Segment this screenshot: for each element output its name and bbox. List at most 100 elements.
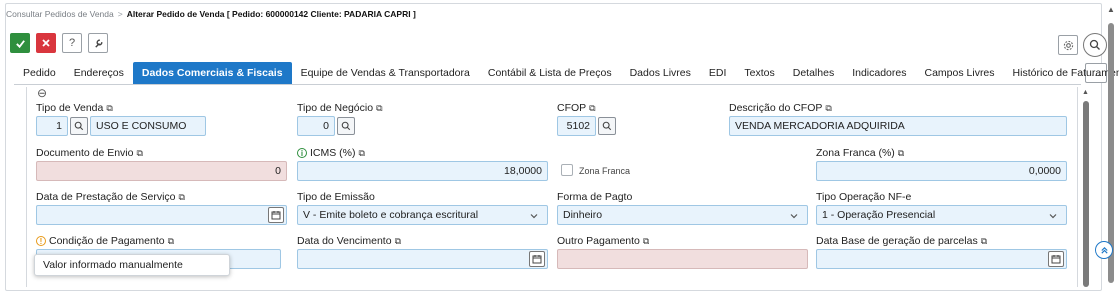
field-data-vencimento: Data do Vencimento ⧉ [297,234,401,248]
documento-envio-input: 0 [36,161,287,181]
copy-icon[interactable]: ⧉ [981,236,987,247]
field-condicao-pagamento: ! Condição de Pagamento ⧉ [36,234,174,248]
field-zona-franca-pct: Zona Franca (%) ⧉ [816,146,904,160]
chevron-down-icon [1049,214,1057,219]
zona-franca-checkbox[interactable] [561,164,573,176]
wrench-icon [94,39,102,48]
copy-icon[interactable]: ⧉ [179,192,185,203]
data-base-input[interactable] [816,249,1067,269]
field-tipo-venda: Tipo de Venda ⧉ [36,101,113,115]
scroll-up-arrow-icon[interactable]: ▲ [1107,5,1115,14]
tab-pedido[interactable]: Pedido [14,62,65,84]
copy-icon[interactable]: ⧉ [589,103,595,114]
calendar-icon [532,255,542,264]
data-vencimento-calendar-button[interactable] [529,251,545,267]
field-descricao-cfop: Descrição do CFOP ⧉ [729,101,832,115]
tab-edi[interactable]: EDI [700,62,736,84]
tipo-emissao-label: Tipo de Emissão [297,191,375,203]
data-prestacao-input[interactable] [36,205,287,225]
calendar-icon [1051,255,1061,264]
tab-bar: Pedido Endereços Dados Comerciais & Fisc… [14,62,1119,84]
descricao-cfop-label: Descrição do CFOP [729,102,823,114]
tab-contabil[interactable]: Contábil & Lista de Preços [479,62,621,84]
tab-equipe-vendas[interactable]: Equipe de Vendas & Transportadora [292,62,479,84]
info-icon: i [297,148,307,158]
zona-franca-pct-label: Zona Franca (%) [816,147,895,159]
copy-icon[interactable]: ⧉ [376,103,382,114]
tipo-negocio-code-input[interactable]: 0 [297,116,335,136]
cancel-button[interactable] [36,33,56,53]
tab-campos-livres[interactable]: Campos Livres [916,62,1004,84]
tipo-emissao-value: V - Emite boleto e cobrança escritural [303,209,479,221]
field-data-base: Data Base de geração de parcelas ⧉ [816,234,987,248]
copy-icon[interactable]: ⧉ [825,103,831,114]
tipo-venda-code-input[interactable]: 1 [36,116,68,136]
search-icon [341,121,351,131]
cfop-lookup-button[interactable] [598,117,616,135]
tipo-venda-description-input[interactable]: USO E CONSUMO [90,116,206,136]
field-icms: i ICMS (%) ⧉ [297,146,365,160]
tab-indicadores[interactable]: Indicadores [843,62,915,84]
data-prestacao-calendar-button[interactable] [268,207,284,223]
tab-detalhes[interactable]: Detalhes [784,62,843,84]
data-vencimento-input[interactable] [297,249,548,269]
tipo-venda-lookup-button[interactable] [70,117,88,135]
search-icon [602,121,612,131]
tab-dados-comerciais-fiscais[interactable]: Dados Comerciais & Fiscais [132,62,292,84]
forma-pagto-select[interactable]: Dinheiro [557,205,808,225]
cfop-code-input[interactable]: 5102 [557,116,596,136]
field-tipo-emissao: Tipo de Emissão [297,190,375,204]
documento-envio-label: Documento de Envio [36,147,134,159]
icms-input[interactable]: 18,0000 [297,161,548,181]
data-vencimento-label: Data do Vencimento [297,235,392,247]
search-icon [1089,39,1100,50]
chevron-down-icon [790,214,798,219]
scroll-up-arrow-icon[interactable]: ▲ [1082,89,1089,96]
tipo-operacao-select[interactable]: 1 - Operação Presencial [816,205,1067,225]
field-forma-pagto: Forma de Pagto [557,190,632,204]
help-button[interactable]: ? [62,33,82,53]
search-icon [74,121,84,131]
double-chevron-up-icon [1100,246,1108,254]
tipo-emissao-select[interactable]: V - Emite boleto e cobrança escritural [297,205,548,225]
field-outro-pagamento: Outro Pagamento ⧉ [557,234,649,248]
copy-icon[interactable]: ⧉ [136,148,142,159]
copy-icon[interactable]: ⧉ [168,236,174,247]
tab-textos[interactable]: Textos [735,62,783,84]
confirm-button[interactable] [10,33,30,53]
right-tools [1058,33,1107,57]
copy-icon[interactable]: ⧉ [643,236,649,247]
cfop-label: CFOP [557,102,587,114]
toolbar: ? [10,33,108,53]
icms-label: ICMS (%) [310,147,356,159]
tab-enderecos[interactable]: Endereços [65,62,133,84]
tab-historico-faturamento[interactable]: Histórico de Faturamento [1004,62,1119,84]
data-base-calendar-button[interactable] [1048,251,1064,267]
tooltip: Valor informado manualmente [34,254,230,276]
zona-franca-pct-input[interactable]: 0,0000 [816,161,1067,181]
warning-icon: ! [36,236,46,246]
gear-icon [1063,40,1073,50]
forma-pagto-value: Dinheiro [563,209,603,221]
copy-icon[interactable]: ⧉ [898,148,904,159]
field-data-prestacao: Data de Prestação de Serviço ⧉ [36,190,185,204]
copy-icon[interactable]: ⧉ [106,103,112,114]
scroll-to-top-button[interactable] [1095,241,1113,259]
form-scroll-thumb[interactable] [1083,101,1089,287]
collapse-icon[interactable]: ⊖ [37,87,49,99]
check-icon [15,39,25,48]
tools-button[interactable] [88,33,108,53]
form-scrollbar[interactable]: ▲ [1082,89,1090,287]
close-icon [42,39,50,47]
copy-icon[interactable]: ⧉ [395,236,401,247]
settings-button[interactable] [1058,35,1078,55]
zona-franca-checkbox-label: Zona Franca [579,166,631,176]
search-button[interactable] [1083,33,1107,57]
descricao-cfop-input[interactable]: VENDA MERCADORIA ADQUIRIDA [729,116,1067,136]
tab-dados-livres[interactable]: Dados Livres [621,62,700,84]
copy-icon[interactable]: ⧉ [359,148,365,159]
breadcrumb-parent-link[interactable]: Consultar Pedidos de Venda [6,9,114,19]
tipo-negocio-lookup-button[interactable] [337,117,355,135]
calendar-icon [271,211,281,220]
breadcrumb: Consultar Pedidos de Venda > Alterar Pedid… [6,9,416,19]
